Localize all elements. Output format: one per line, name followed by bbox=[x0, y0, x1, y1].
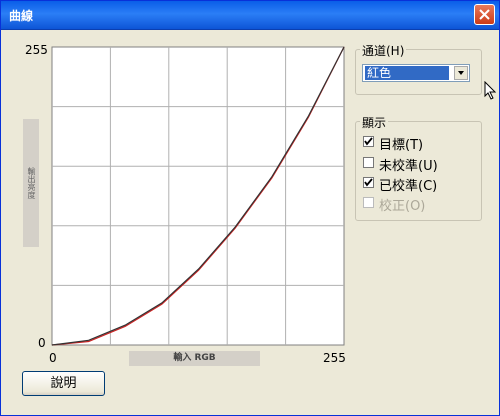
y-axis-label-bar: 輸出亮度 bbox=[23, 119, 39, 247]
close-button[interactable] bbox=[474, 4, 495, 25]
channel-select[interactable]: 紅色 bbox=[362, 64, 470, 82]
checkbox-box[interactable] bbox=[363, 136, 374, 147]
checkbox-box[interactable] bbox=[363, 157, 374, 168]
checkbox-label: 目標(T) bbox=[379, 138, 424, 153]
curves-dialog: 曲線 255 0 0 255 輸出亮度 輸入 RGB 說明 通道(H) 紅色 顯… bbox=[0, 0, 500, 416]
y-axis-label: 輸出亮度 bbox=[27, 167, 36, 199]
check-icon bbox=[364, 178, 373, 187]
y-tick-max: 255 bbox=[25, 43, 48, 57]
chevron-down-icon[interactable] bbox=[454, 66, 468, 80]
y-tick-min: 0 bbox=[38, 336, 46, 350]
checkbox-label: 校正(O) bbox=[379, 199, 426, 214]
window-title: 曲線 bbox=[9, 9, 34, 23]
checkbox-box[interactable] bbox=[363, 177, 374, 188]
checkbox-label: 未校準(U) bbox=[379, 159, 438, 174]
title-bar[interactable]: 曲線 bbox=[1, 1, 499, 30]
display-group-label: 顯示 bbox=[360, 114, 389, 131]
x-tick-min: 0 bbox=[49, 351, 57, 365]
mouse-cursor-icon bbox=[484, 81, 497, 100]
x-tick-max: 255 bbox=[323, 351, 346, 365]
channel-select-value: 紅色 bbox=[365, 66, 449, 80]
close-icon bbox=[479, 9, 490, 20]
plot-area bbox=[51, 46, 345, 346]
help-button[interactable]: 說明 bbox=[22, 371, 105, 396]
x-axis-label: 輸入 RGB bbox=[129, 351, 260, 366]
checkbox-box bbox=[363, 197, 374, 208]
check-icon bbox=[364, 137, 373, 146]
checkbox-label: 已校準(C) bbox=[379, 179, 438, 194]
channel-group-label: 通道(H) bbox=[360, 42, 407, 59]
curve-chart[interactable] bbox=[51, 46, 345, 346]
